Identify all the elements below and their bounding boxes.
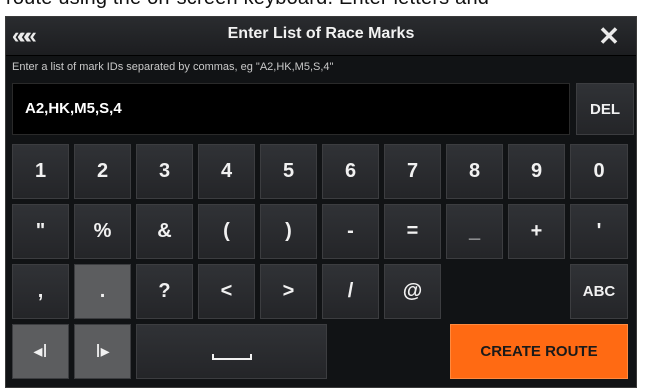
abc-key[interactable]: ABC	[570, 264, 628, 319]
key-question[interactable]: ?	[136, 264, 193, 319]
key-at[interactable]: @	[384, 264, 441, 319]
delete-key[interactable]: DEL	[576, 83, 634, 135]
key-8[interactable]: 8	[446, 144, 503, 199]
key-6[interactable]: 6	[322, 144, 379, 199]
key-2[interactable]: 2	[74, 144, 131, 199]
title-bar: ««« Enter List of Race Marks ✕	[6, 17, 636, 56]
key-7[interactable]: 7	[384, 144, 441, 199]
key-equals[interactable]: =	[384, 204, 441, 259]
dialog-title: Enter List of Race Marks	[227, 25, 415, 42]
key-underscore[interactable]: _	[446, 204, 503, 259]
key-period[interactable]: .	[74, 264, 131, 319]
key-5[interactable]: 5	[260, 144, 317, 199]
key-greater-than[interactable]: >	[260, 264, 317, 319]
key-3[interactable]: 3	[136, 144, 193, 199]
key-comma[interactable]: ,	[12, 264, 69, 319]
cursor-left-icon[interactable]: ◂Ⅰ	[12, 324, 69, 379]
key-percent[interactable]: %	[74, 204, 131, 259]
close-icon[interactable]: ✕	[594, 21, 624, 51]
key-0[interactable]: 0	[570, 144, 628, 199]
instruction-text: Enter a list of mark IDs separated by co…	[12, 61, 334, 73]
key-4[interactable]: 4	[198, 144, 255, 199]
key-9[interactable]: 9	[508, 144, 565, 199]
mark-list-input[interactable]	[25, 100, 555, 117]
key-ampersand[interactable]: &	[136, 204, 193, 259]
race-marks-dialog: ««« Enter List of Race Marks ✕ Enter a l…	[5, 16, 637, 388]
key-open-paren[interactable]: (	[198, 204, 255, 259]
key-hyphen[interactable]: -	[322, 204, 379, 259]
key-plus[interactable]: +	[508, 204, 565, 259]
key-1[interactable]: 1	[12, 144, 69, 199]
space-icon	[211, 353, 252, 360]
background-caption-text: route using the on-screen keyboard. Ente…	[6, 0, 489, 10]
key-less-than[interactable]: <	[198, 264, 255, 319]
key-slash[interactable]: /	[322, 264, 379, 319]
cursor-right-icon[interactable]: Ⅰ▸	[74, 324, 131, 379]
key-double-quote[interactable]: "	[12, 204, 69, 259]
key-close-paren[interactable]: )	[260, 204, 317, 259]
space-key[interactable]	[136, 324, 327, 379]
create-route-button[interactable]: CREATE ROUTE	[450, 324, 628, 379]
background-caption: route using the on-screen keyboard. Ente…	[0, 0, 645, 16]
mark-list-field[interactable]	[12, 83, 570, 135]
key-apostrophe[interactable]: '	[570, 204, 628, 259]
